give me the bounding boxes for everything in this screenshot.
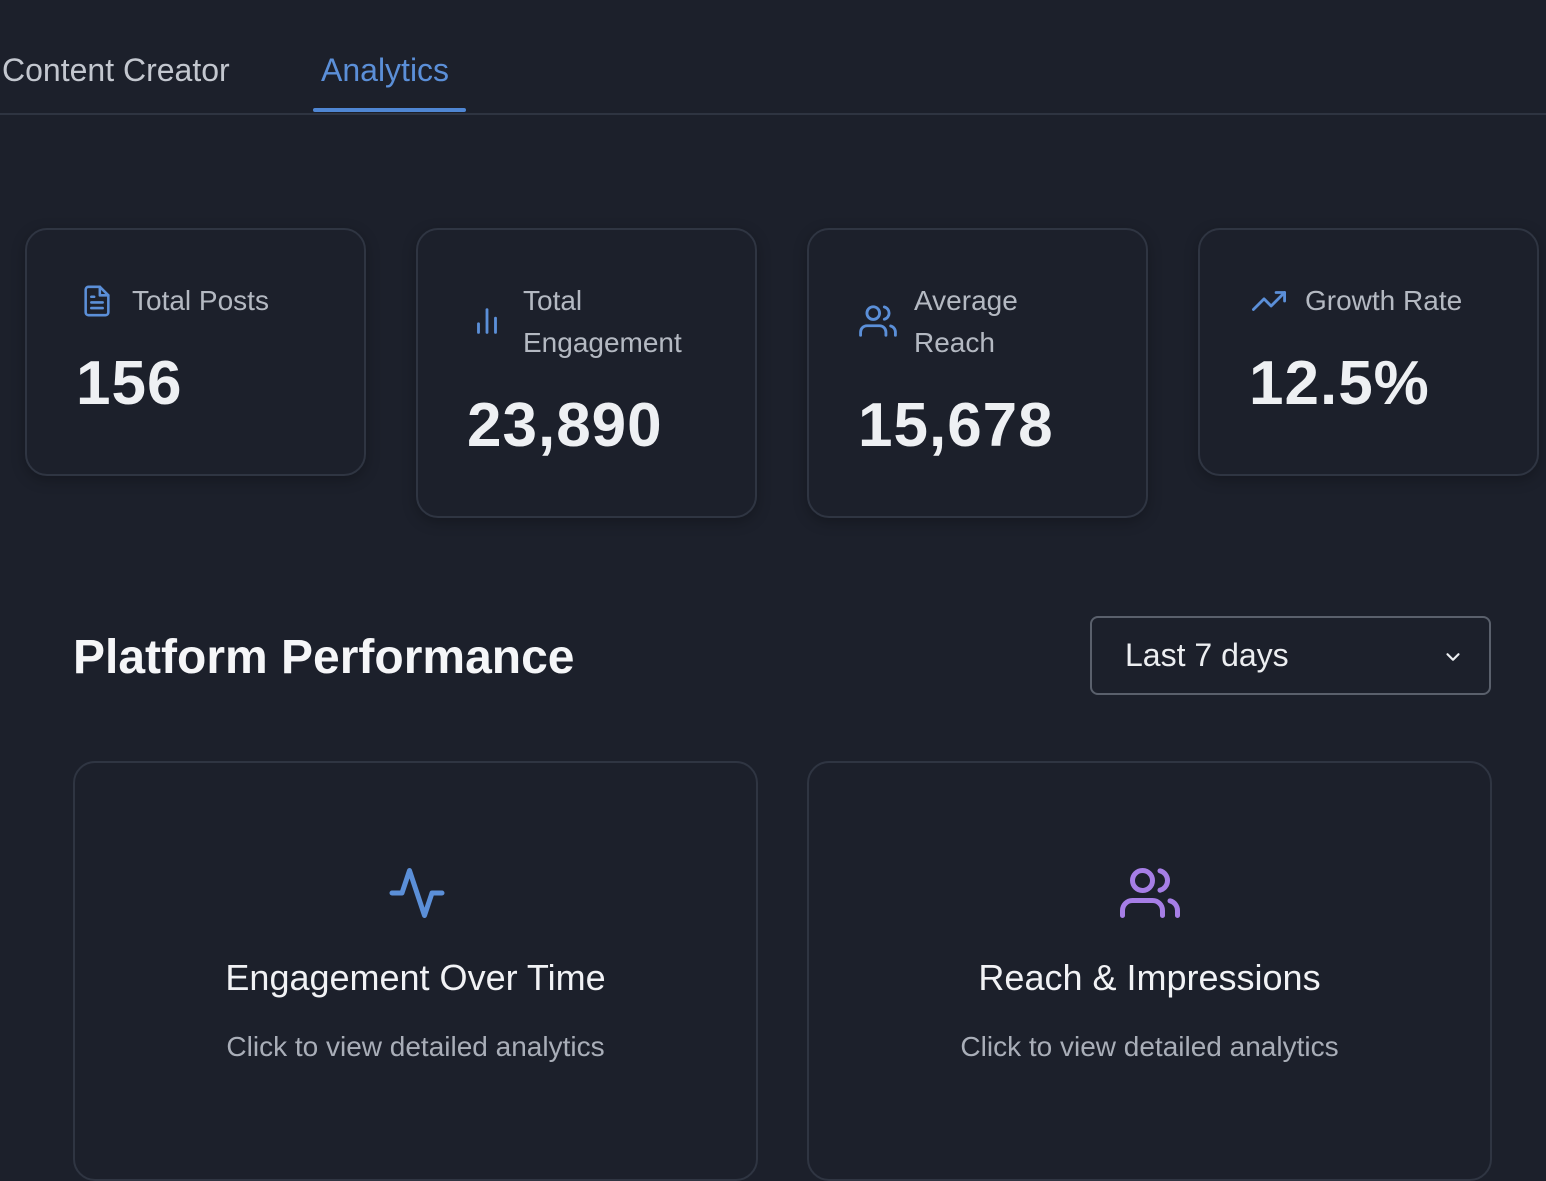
stat-value: 156 (76, 349, 183, 418)
tab-analytics[interactable]: Analytics (321, 52, 449, 89)
stat-value: 12.5% (1249, 349, 1430, 418)
panel-subtitle: Click to view detailed analytics (226, 1031, 605, 1062)
stat-card-average-reach: Average Reach 15,678 (807, 228, 1148, 518)
users-icon (1116, 863, 1184, 928)
period-select[interactable]: Last 7 days (1090, 616, 1491, 695)
tab-bar: Content Creator Analytics (0, 0, 1546, 115)
period-select-value: Last 7 days (1125, 637, 1289, 673)
stat-label: Total Engagement (523, 285, 682, 358)
bar-chart-icon (470, 302, 504, 345)
activity-icon (386, 863, 448, 928)
panel-title: Reach & Impressions (978, 957, 1321, 998)
panel-title: Engagement Over Time (225, 957, 606, 998)
stat-label: Growth Rate (1305, 285, 1463, 316)
stat-value: 15,678 (858, 391, 1054, 460)
stat-card-total-posts: Total Posts 156 (25, 228, 366, 476)
users-icon (857, 302, 899, 345)
stat-value: 23,890 (467, 391, 663, 460)
document-icon (80, 282, 114, 325)
panel-subtitle: Click to view detailed analytics (960, 1031, 1339, 1062)
engagement-over-time-panel[interactable]: Engagement Over Time Click to view detai… (73, 761, 758, 1181)
active-tab-indicator (313, 108, 466, 112)
reach-impressions-panel[interactable]: Reach & Impressions Click to view detail… (807, 761, 1492, 1181)
trending-up-icon (1248, 284, 1290, 323)
stat-label: Total Posts (132, 285, 269, 316)
chevron-down-icon (1442, 646, 1464, 673)
stat-card-growth-rate: Growth Rate 12.5% (1198, 228, 1539, 476)
stat-label: Average Reach (914, 285, 1018, 358)
stat-card-total-engagement: Total Engagement 23,890 (416, 228, 757, 518)
tab-content-creator[interactable]: Content Creator (2, 52, 230, 89)
section-title: Platform Performance (73, 631, 575, 684)
